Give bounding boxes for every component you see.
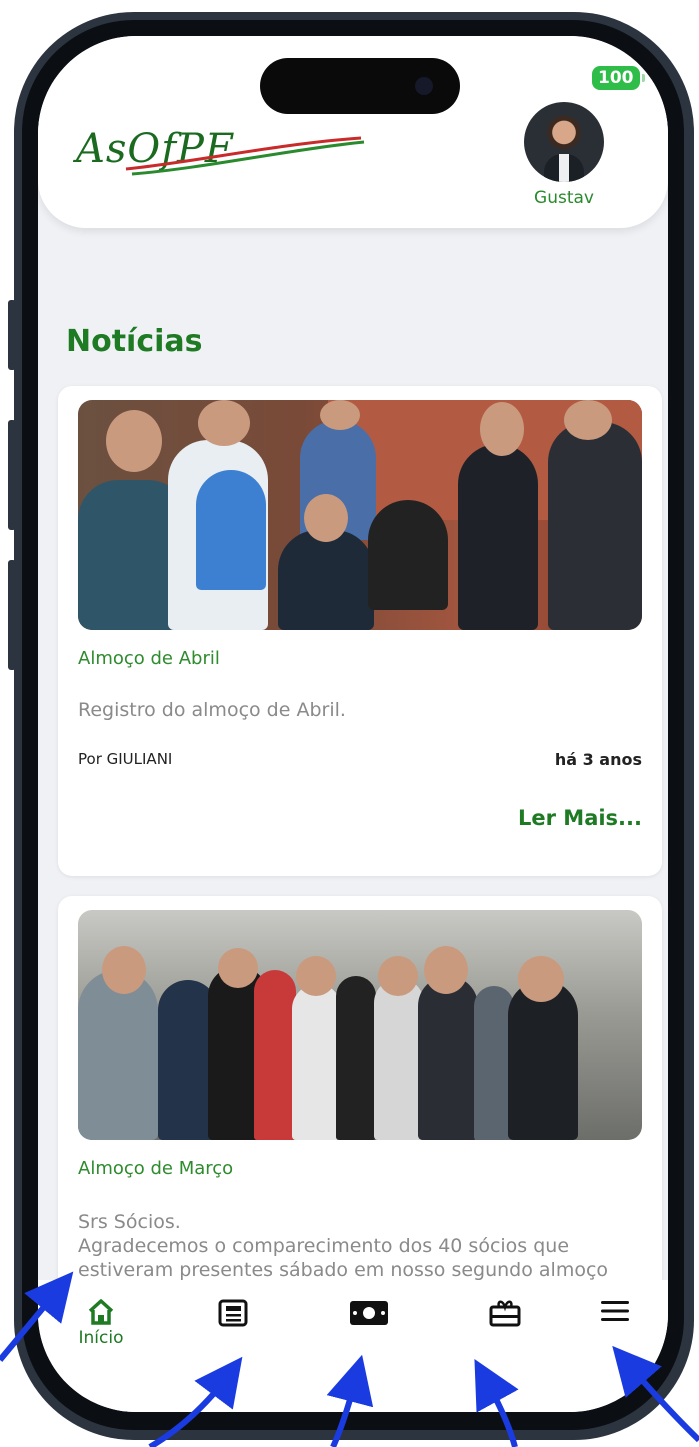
tab-benefits[interactable]: [470, 1298, 540, 1328]
news-description-line: Agradecemos o comparecimento dos 40 sóci…: [78, 1235, 570, 1257]
tab-home[interactable]: Início: [66, 1298, 136, 1348]
money-icon: [350, 1301, 388, 1325]
page-title: Notícias: [66, 324, 203, 359]
side-button-low: [8, 560, 16, 670]
battery-indicator: 100: [592, 66, 644, 90]
news-description-line: Srs Sócios.: [78, 1211, 181, 1233]
news-time: há 3 anos: [554, 750, 642, 769]
tab-home-label: Início: [78, 1328, 124, 1348]
tab-finance[interactable]: [334, 1298, 404, 1328]
news-title[interactable]: Almoço de Abril: [78, 648, 220, 669]
news-description-line: estiveram presentes sábado em nosso segu…: [78, 1259, 609, 1281]
news-icon: [218, 1299, 248, 1327]
news-title[interactable]: Almoço de Março: [78, 1158, 233, 1179]
tab-news[interactable]: [198, 1298, 268, 1328]
camera-icon: [410, 72, 438, 100]
news-card[interactable]: Almoço de Março Srs Sócios. Agradecemos …: [58, 896, 662, 1316]
side-button-top: [8, 300, 16, 370]
app-screen: AsOfPF Gustav 100 Notícias Almoço de Abr…: [38, 36, 668, 1412]
news-card[interactable]: Almoço de Abril Registro do almoço de Ab…: [58, 386, 662, 876]
side-button-mid: [8, 420, 16, 530]
gift-card-icon: [489, 1300, 521, 1327]
menu-icon: [601, 1301, 629, 1321]
user-name[interactable]: Gustav: [512, 188, 616, 208]
bottom-tab-bar: Início: [38, 1280, 668, 1412]
read-more-link[interactable]: Ler Mais...: [518, 806, 642, 830]
news-description: Registro do almoço de Abril.: [78, 699, 346, 721]
logo-swoosh: [125, 136, 365, 176]
news-image[interactable]: [78, 400, 642, 630]
avatar[interactable]: [524, 102, 604, 182]
app-logo: AsOfPF: [76, 126, 365, 176]
news-author: Por GIULIANI: [78, 750, 173, 768]
tab-menu[interactable]: [580, 1298, 650, 1324]
news-image[interactable]: [78, 910, 642, 1140]
home-icon: [88, 1299, 114, 1325]
dynamic-island: [260, 58, 460, 114]
